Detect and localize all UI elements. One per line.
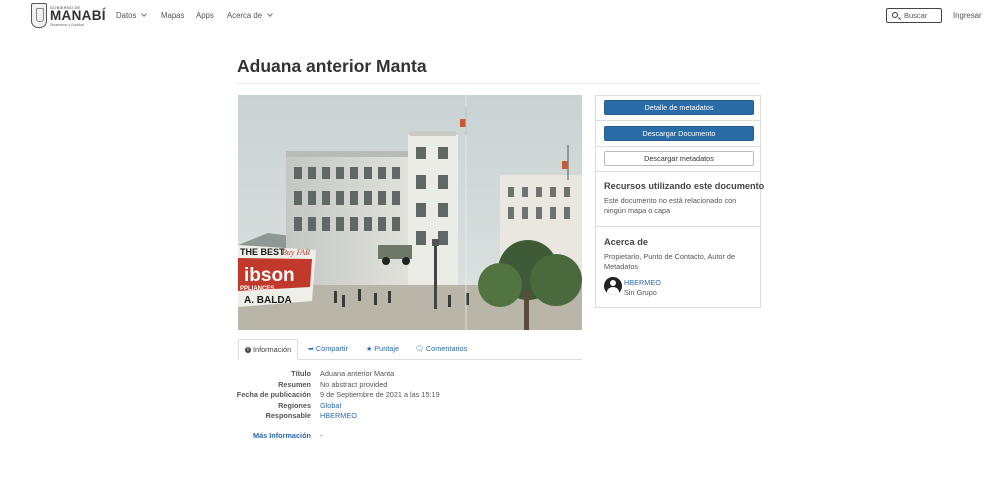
share-icon: ➦ (308, 346, 314, 353)
more-info-value: - (320, 431, 323, 440)
chevron-down-icon (141, 11, 148, 17)
comment-icon: 🗨 (415, 346, 424, 353)
tab-puntaje-label: Puntaje (374, 344, 400, 353)
sidebar-divider (596, 171, 760, 172)
nav-apps-label: Apps (196, 11, 214, 20)
tab-puntaje[interactable]: ★ Puntaje (366, 339, 399, 360)
search-icon (892, 12, 898, 18)
login-link[interactable]: Ingresar (953, 10, 982, 21)
sidebar-divider (596, 120, 760, 121)
download-metadata-button[interactable]: Descargar metadatos (604, 151, 754, 166)
download-document-button[interactable]: Descargar Documento (604, 126, 754, 141)
sign-text-line-3: ibson (244, 265, 295, 286)
document-preview-image[interactable]: THE BEST Buy FAR ibson PPLIANCES A. BALD… (238, 95, 582, 330)
tab-compartir[interactable]: ➦ Compartir (308, 339, 348, 360)
about-heading: Acerca de (604, 237, 648, 247)
info-circle-icon: i (245, 347, 251, 353)
search-box[interactable] (886, 8, 942, 23)
navbar: GOBIERNO DE MANABÍ Dinamismo y Equidad D… (0, 0, 1000, 32)
resources-heading: Recursos utilizando este documento (604, 181, 765, 191)
sign-text-line-4: PPLIANCES (240, 286, 274, 292)
sign-text-line-2: Buy FAR (282, 248, 310, 257)
nav-apps[interactable]: Apps (196, 10, 214, 21)
metadata-value-titulo: Aduana anterior Manta (320, 369, 395, 378)
nav-mapas-label: Mapas (161, 11, 185, 20)
avatar[interactable] (604, 277, 622, 295)
metadata-value-responsable-link[interactable]: HBERMEO (320, 411, 357, 421)
metadata-key-resumen: Resumen (278, 379, 311, 389)
page-title: Aduana anterior Manta (237, 56, 427, 76)
coat-of-arms-icon (31, 3, 47, 28)
metadata-row: Regiones Global (238, 401, 582, 411)
owner-group: Sin Grupo (624, 288, 657, 297)
sign-text-line-1: THE BEST (240, 247, 285, 257)
about-roles: Propietario, Punto de Contacto, Autor de… (604, 252, 736, 271)
sidebar-divider (596, 226, 760, 227)
metadata-key-responsable: Responsable (265, 411, 311, 420)
nav-datos[interactable]: Datos (116, 10, 148, 21)
nav-acerca-de[interactable]: Acerca de (227, 10, 273, 21)
search-input[interactable] (904, 10, 940, 21)
nav-datos-label: Datos (116, 11, 137, 20)
more-info-row: Más Información - (238, 431, 582, 441)
sign-text-line-5: A. BALDA (244, 295, 292, 306)
metadata-key-regiones: Regiones (278, 400, 311, 410)
document-sidebar: Detalle de metadatos Descargar Documento… (595, 95, 765, 308)
nav-acerca-de-label: Acerca de (227, 11, 263, 20)
metadata-row: Responsable HBERMEO (238, 411, 582, 421)
metadata-row: Resumen No abstract provided (238, 380, 582, 390)
nav-mapas[interactable]: Mapas (161, 10, 184, 21)
chevron-down-icon (267, 11, 273, 17)
historic-photo: THE BEST Buy FAR ibson PPLIANCES A. BALD… (238, 95, 582, 330)
tab-informacion-label: Información (253, 345, 292, 354)
document-tabs: i Información ➦ Compartir ★ Puntaje 🗨 Coment… (238, 339, 582, 360)
metadata-row: Título Aduana anterior Manta (238, 369, 582, 379)
tab-compartir-label: Compartir (315, 344, 348, 353)
gobierno-manabi-logo[interactable]: GOBIERNO DE MANABÍ Dinamismo y Equidad (31, 3, 105, 28)
star-icon: ★ (366, 346, 373, 353)
logo-name: MANABÍ (50, 8, 106, 23)
owner-link[interactable]: HBERMEO (624, 278, 661, 288)
metadata-detail-button[interactable]: Detalle de metadatos (604, 100, 754, 115)
title-divider (237, 83, 760, 84)
tab-comentarios-label: Comentarios (425, 344, 468, 353)
metadata-key-titulo: Título (291, 369, 311, 378)
metadata-row: Fecha de publicación 9 de Septiembre de … (236, 390, 582, 400)
sidebar-divider (596, 146, 760, 147)
metadata-value-fecha: 9 de Septiembre de 2021 a las 15:19 (320, 390, 440, 399)
tab-informacion[interactable]: i Información (238, 339, 299, 360)
metadata-key-fecha: Fecha de publicación (236, 390, 311, 399)
metadata-value-resumen: No abstract provided (320, 379, 388, 389)
logo-tagline: Dinamismo y Equidad (50, 23, 85, 27)
resources-text: Este documento no está relacionado con n… (604, 196, 737, 215)
more-info-link[interactable]: Más Información (253, 431, 311, 441)
tab-comentarios[interactable]: 🗨 Comentarios (415, 339, 467, 360)
metadata-value-regiones-link[interactable]: Global (320, 401, 341, 411)
